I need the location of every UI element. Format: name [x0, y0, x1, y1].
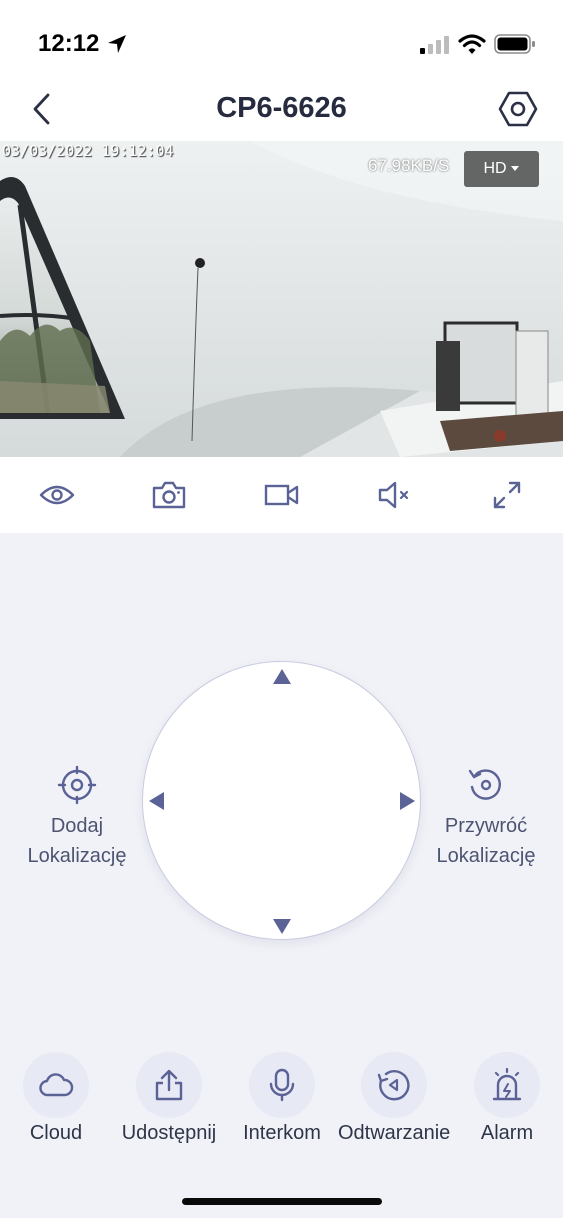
cloud-icon: [39, 1073, 74, 1097]
mute-button[interactable]: [375, 477, 415, 513]
share-button[interactable]: Udostępnij: [113, 1052, 225, 1145]
video-timestamp: 03/03/2022 19:12:04: [2, 142, 174, 160]
target-icon: [57, 765, 97, 805]
fullscreen-icon: [493, 481, 521, 509]
quality-selector[interactable]: HD: [464, 151, 539, 187]
restore-location-button[interactable]: Przywróć Lokalizację: [416, 765, 556, 871]
playback-button-circle: [361, 1052, 427, 1118]
cloud-button[interactable]: Cloud: [0, 1052, 112, 1145]
restore-location-label-2: Lokalizację: [436, 845, 536, 867]
add-location-label-2: Lokalizację: [27, 845, 127, 867]
playback-icon: [377, 1070, 410, 1101]
eye-icon: [39, 485, 75, 505]
playback-button[interactable]: Odtwarzanie: [338, 1052, 450, 1145]
nav-bar: CP6-6626: [0, 90, 563, 142]
ptz-left-arrow-icon[interactable]: [147, 791, 165, 811]
video-bitrate: 67.98KB/S: [368, 156, 450, 175]
alarm-button[interactable]: Alarm: [451, 1052, 563, 1145]
ptz-down-arrow-icon[interactable]: [272, 917, 292, 935]
ptz-right-arrow-icon[interactable]: [399, 791, 417, 811]
view-button[interactable]: [37, 477, 77, 513]
fullscreen-button[interactable]: [487, 477, 527, 513]
caret-down-icon: [510, 166, 519, 171]
battery-icon: [494, 34, 535, 54]
add-location-button[interactable]: Dodaj Lokalizację: [7, 765, 147, 871]
record-button[interactable]: [262, 477, 302, 513]
alarm-icon: [492, 1067, 522, 1101]
snapshot-button[interactable]: [149, 477, 189, 513]
restore-location-label-1: Przywróć: [444, 815, 528, 837]
wifi-icon: [458, 34, 486, 54]
status-time: 12:12: [38, 30, 100, 57]
intercom-button-circle: [249, 1052, 315, 1118]
add-location-label-1: Dodaj: [50, 815, 104, 837]
cloud-button-circle: [23, 1052, 89, 1118]
signal-icon: [420, 36, 449, 54]
share-label: Udostępnij: [121, 1122, 217, 1144]
alarm-button-circle: [474, 1052, 540, 1118]
playback-label: Odtwarzanie: [338, 1122, 451, 1144]
speaker-muted-icon: [378, 481, 409, 509]
share-icon: [155, 1069, 183, 1101]
ptz-up-arrow-icon[interactable]: [272, 668, 292, 686]
home-indicator[interactable]: [182, 1198, 382, 1205]
microphone-icon: [269, 1068, 295, 1102]
ptz-joystick[interactable]: [142, 661, 421, 940]
alarm-label: Alarm: [480, 1122, 534, 1144]
intercom-label: Interkom: [243, 1122, 321, 1144]
page-title: CP6-6626: [216, 92, 347, 124]
status-bar: 12:12: [0, 0, 563, 90]
camera-scene-image: [0, 141, 563, 457]
cloud-label: Cloud: [29, 1122, 83, 1144]
quality-label: HD: [483, 160, 507, 177]
intercom-button[interactable]: Interkom: [226, 1052, 338, 1145]
settings-icon[interactable]: [498, 90, 538, 128]
video-controls-row: [0, 457, 563, 533]
camera-icon: [152, 481, 186, 509]
restore-icon: [468, 769, 501, 800]
action-bar: Cloud Udostępnij Interkom Odtwarzanie Al…: [0, 1052, 563, 1152]
location-arrow-icon: [108, 35, 126, 53]
video-record-icon: [264, 484, 299, 506]
share-button-circle: [136, 1052, 202, 1118]
camera-video-feed[interactable]: 03/03/2022 19:12:04 67.98KB/S HD: [0, 141, 563, 457]
